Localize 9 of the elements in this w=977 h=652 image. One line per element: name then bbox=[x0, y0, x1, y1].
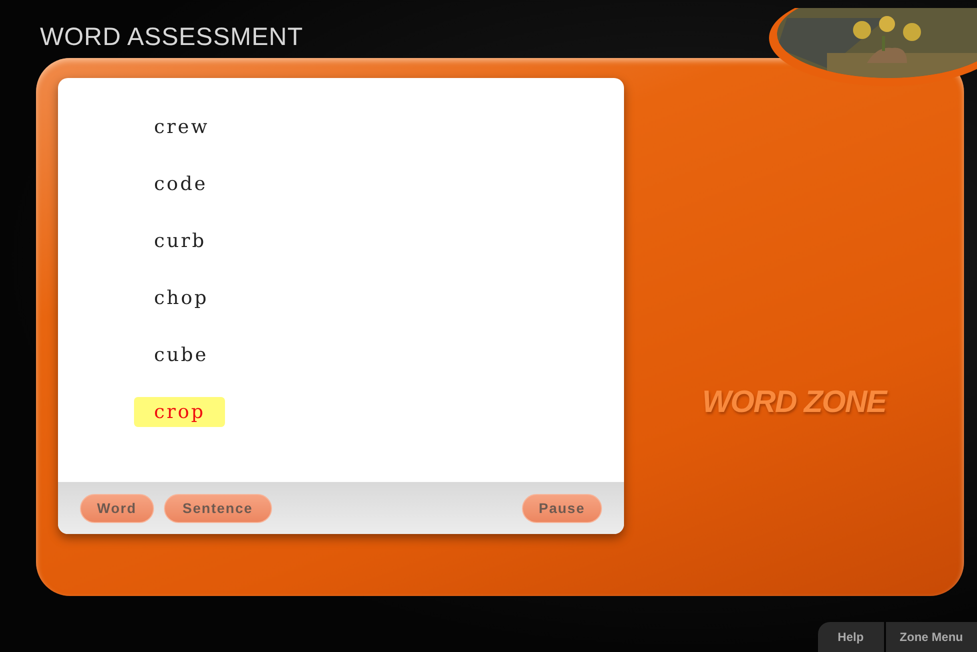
footer-tab[interactable]: Help bbox=[818, 622, 884, 652]
footer-tab[interactable]: Zone Menu bbox=[886, 622, 977, 652]
word-item[interactable]: code bbox=[134, 169, 228, 199]
word-item[interactable]: cube bbox=[134, 340, 228, 370]
word-item[interactable]: crew bbox=[134, 112, 230, 142]
word-item[interactable]: chop bbox=[134, 283, 228, 313]
page-title: WORD ASSESSMENT bbox=[40, 23, 304, 53]
word-item[interactable]: curb bbox=[134, 226, 226, 256]
word-item[interactable]: crop bbox=[134, 397, 226, 427]
